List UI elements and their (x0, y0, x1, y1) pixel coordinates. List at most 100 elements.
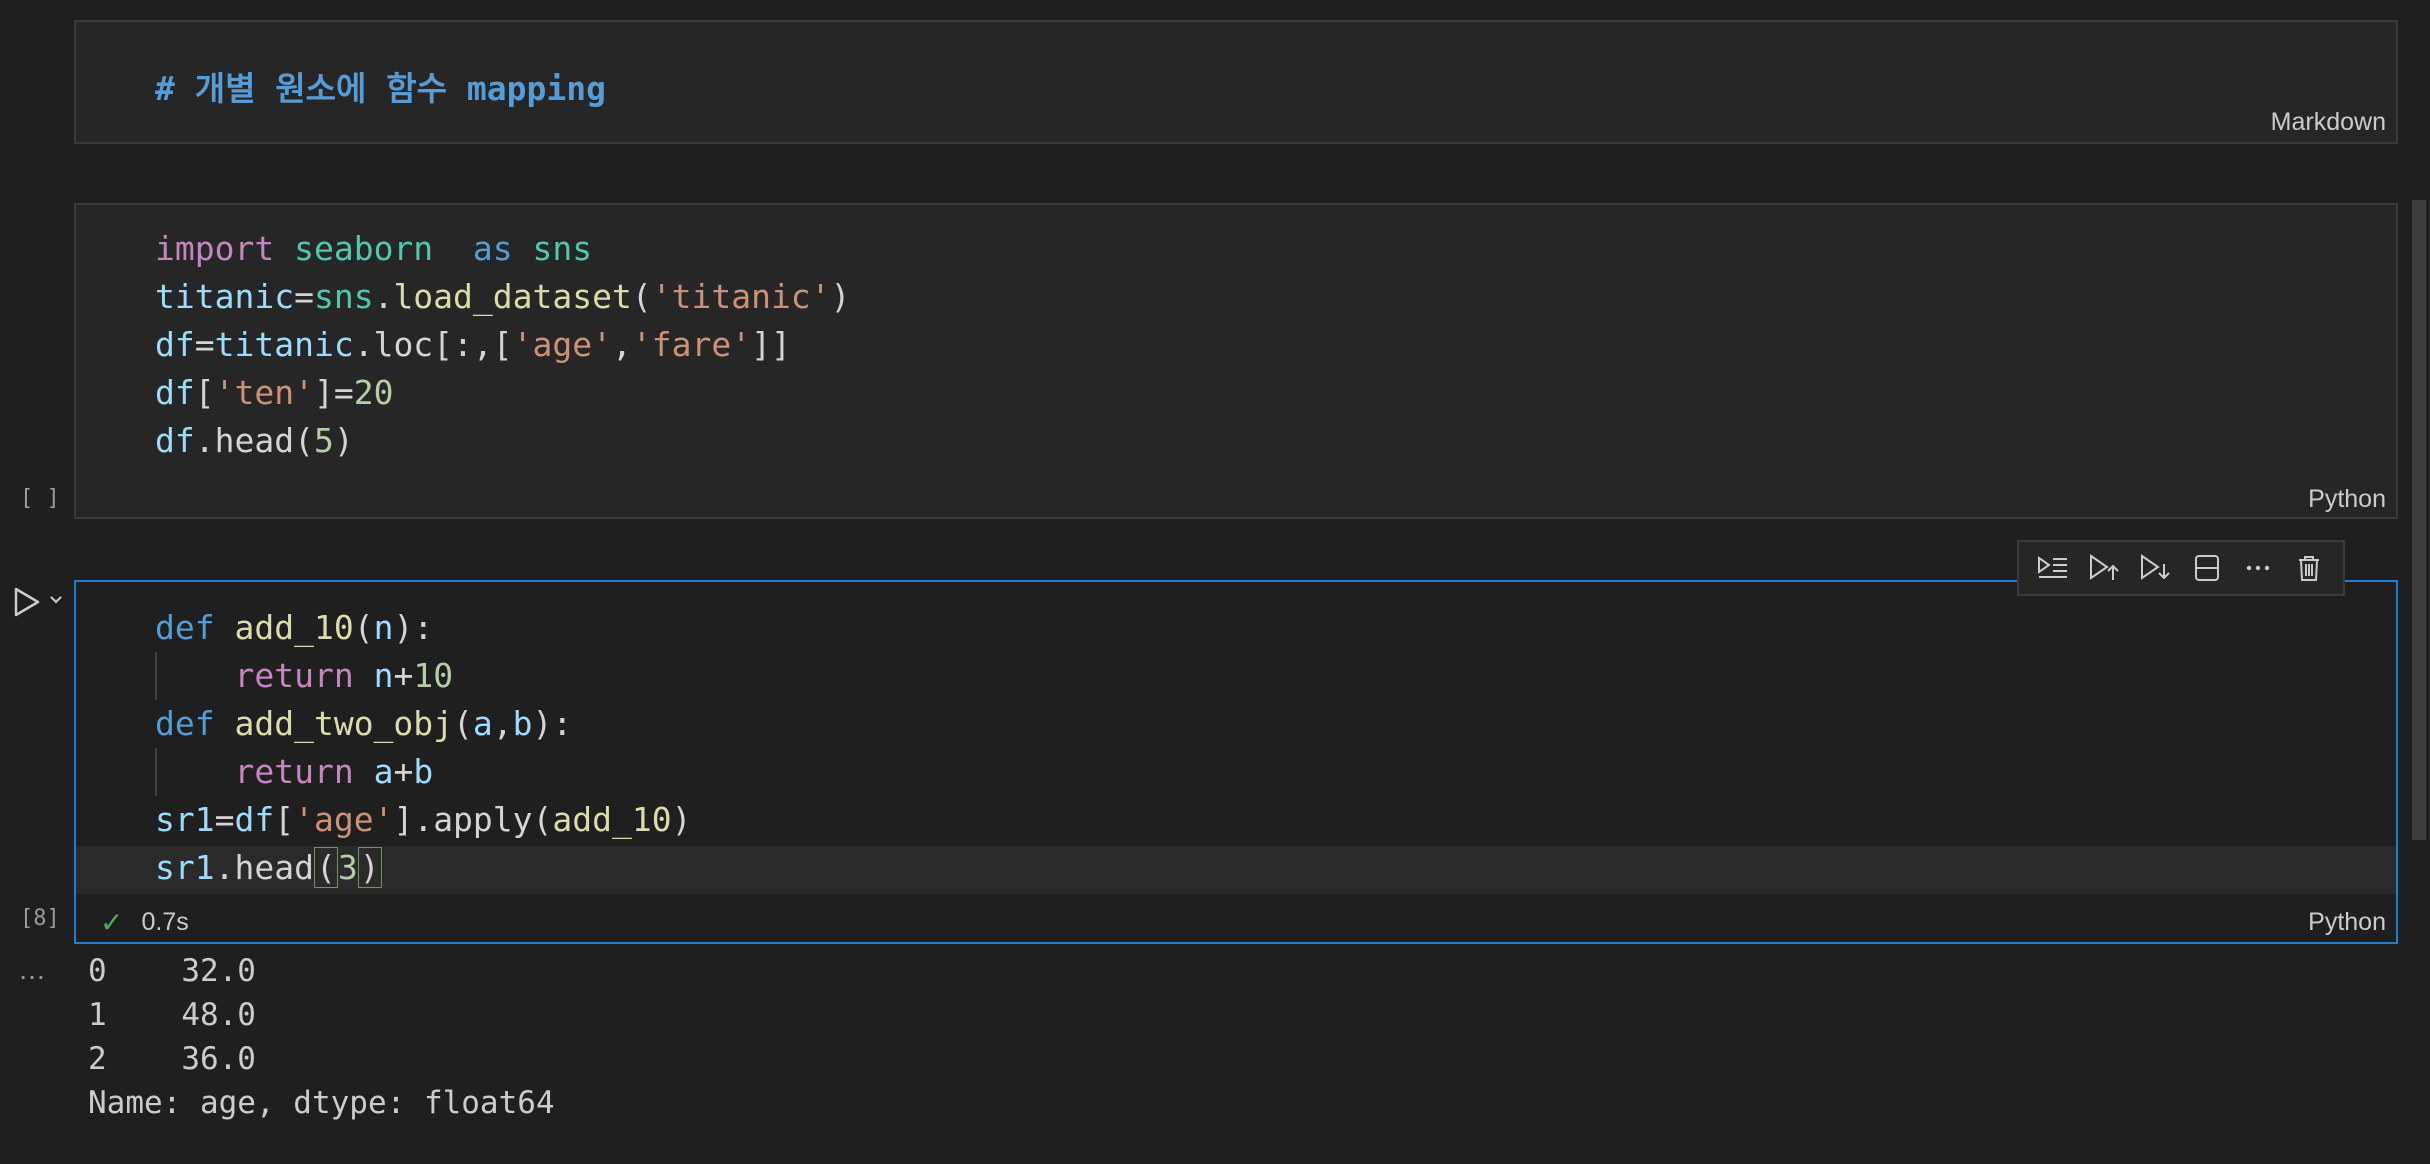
code-token: titanic (214, 325, 354, 364)
code-editor[interactable]: def add_10(n): return n+10 def add_two_ob… (155, 604, 692, 892)
code-token: n (373, 656, 394, 695)
code-token: = (194, 325, 215, 364)
more-icon[interactable] (2240, 550, 2276, 586)
code-token: , (492, 704, 513, 743)
code-token: .head (214, 848, 314, 887)
scrollbar[interactable] (2412, 200, 2426, 840)
code-token: 'titanic' (651, 277, 831, 316)
run-cell-icon[interactable] (12, 586, 42, 618)
code-line[interactable]: def add_two_obj(a,b): (155, 700, 692, 748)
code-token: load_dataset (393, 277, 632, 316)
code-token: 'fare' (631, 325, 752, 364)
code-token: df (234, 800, 275, 839)
code-token: def (155, 608, 215, 647)
code-cell-1[interactable]: import seaborn as sns titanic=sns.load_da… (74, 203, 2398, 519)
code-token: + (393, 752, 414, 791)
code-token: 3 (337, 848, 358, 887)
output-line: 0 32.0 (88, 953, 256, 989)
code-cell-2[interactable]: def add_10(n): return n+10 def add_two_ob… (74, 580, 2398, 944)
code-token: = (214, 800, 235, 839)
code-token: as (472, 229, 513, 268)
cell-language-label[interactable]: Python (2308, 908, 2386, 937)
execution-duration: 0.7s (141, 908, 189, 936)
code-token: , (612, 325, 632, 364)
code-token: def (155, 704, 215, 743)
cell-language-label[interactable]: Python (2308, 485, 2386, 514)
code-token: 'age' (294, 800, 394, 839)
run-above-icon[interactable] (2086, 550, 2122, 586)
code-token: ): (393, 608, 434, 647)
code-line[interactable]: df.head(5) (155, 417, 850, 465)
code-token: n (373, 608, 394, 647)
code-token: a (373, 752, 394, 791)
code-token: [ (194, 373, 215, 412)
code-token: ( (353, 608, 374, 647)
code-token: 10 (413, 656, 454, 695)
code-token: b (512, 704, 533, 743)
code-token: 'ten' (214, 373, 314, 412)
execution-status: ✓ 0.7s (100, 906, 189, 939)
chevron-down-icon[interactable] (48, 592, 64, 608)
execute-above-icon[interactable] (2035, 550, 2071, 586)
execution-count: [ ] (20, 486, 60, 511)
code-token: .loc[:,[ (353, 325, 513, 364)
cell-toolbar (2017, 540, 2345, 596)
code-token: ) (671, 800, 692, 839)
code-token: a (472, 704, 493, 743)
code-token: titanic (155, 277, 295, 316)
output-more-icon[interactable]: … (18, 954, 46, 986)
code-token: return (234, 656, 354, 695)
delete-icon[interactable] (2291, 550, 2327, 586)
code-token: ].apply( (393, 800, 553, 839)
code-line[interactable]: sr1.head(3) (155, 844, 692, 892)
cell-language-label[interactable]: Markdown (2271, 108, 2386, 137)
code-line[interactable]: sr1=df['age'].apply(add_10) (155, 796, 692, 844)
code-token: = (294, 277, 314, 316)
code-line[interactable]: return a+b (155, 748, 692, 796)
code-token: return (234, 752, 354, 791)
code-line[interactable]: import seaborn as sns (155, 225, 850, 273)
code-line[interactable]: return n+10 (155, 652, 692, 700)
code-token: ( (453, 704, 473, 743)
code-token: df (155, 373, 195, 412)
code-token: add_10 (234, 608, 354, 647)
code-line[interactable]: titanic=sns.load_dataset('titanic') (155, 273, 850, 321)
code-token: b (413, 752, 434, 791)
code-token: df (155, 325, 195, 364)
run-below-icon[interactable] (2137, 550, 2173, 586)
code-token: seaborn (294, 229, 434, 268)
code-token: ( (631, 277, 652, 316)
code-token: + (393, 656, 414, 695)
split-cell-icon[interactable] (2189, 550, 2225, 586)
code-line[interactable]: df['ten']=20 (155, 369, 850, 417)
markdown-cell[interactable]: # 개별 원소에 함수 mapping Markdown (74, 20, 2398, 144)
code-line[interactable]: def add_10(n): (155, 604, 692, 652)
code-token: ( (313, 847, 338, 888)
code-token: 20 (353, 373, 394, 412)
code-token: ) (333, 421, 354, 460)
code-editor[interactable]: import seaborn as sns titanic=sns.load_da… (155, 225, 850, 465)
code-token: sr1 (155, 848, 215, 887)
output-line: Name: age, dtype: float64 (88, 1085, 555, 1121)
code-token: sns (532, 229, 593, 268)
code-token: 5 (313, 421, 334, 460)
code-token: .head( (194, 421, 314, 460)
code-token: add_two_obj (234, 704, 454, 743)
code-token: sns (313, 277, 374, 316)
code-token: ) (357, 847, 382, 888)
code-token: add_10 (552, 800, 672, 839)
code-token: df (155, 421, 195, 460)
output-line: 1 48.0 (88, 997, 256, 1033)
success-check-icon: ✓ (100, 907, 124, 938)
code-token: ]= (313, 373, 354, 412)
code-line[interactable]: df=titanic.loc[:,['age','fare']] (155, 321, 850, 369)
